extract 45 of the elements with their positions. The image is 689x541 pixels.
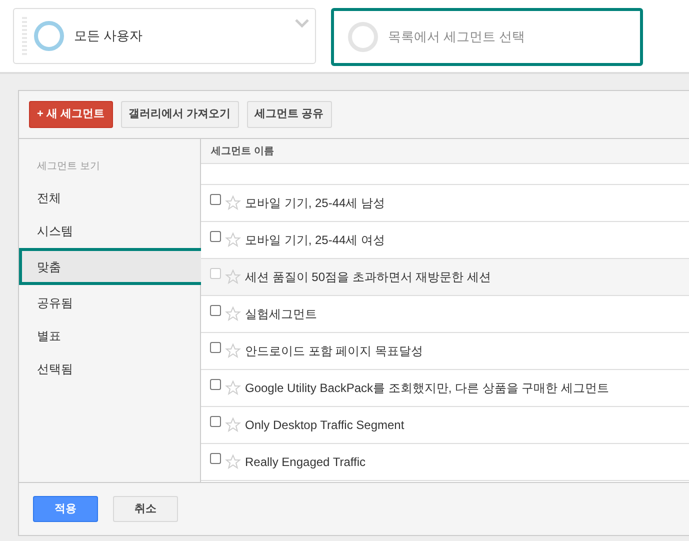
table-row[interactable]: 안드로이드 포함 페이지 목표달성 [201,333,689,370]
segment-name: Really Engaged Traffic [245,454,366,471]
star-icon[interactable] [225,343,241,359]
sidebar-item[interactable]: 별표 [19,320,200,351]
column-header: 세그먼트 이름 [201,139,689,164]
table-row[interactable]: Google Utility BackPack를 조회했지만, 다른 상품을 구매한 세그먼트 [201,370,689,407]
segment-placeholder: 목록에서 세그먼트 선택 [388,28,526,46]
segment-ring-icon [348,22,378,52]
new-segment-button[interactable]: + 새 세그먼트 [29,101,113,128]
checkbox[interactable] [210,342,221,352]
segment-name: 실험세그먼트 [245,306,317,323]
segment-name: 모바일 기기, 25-44세 남성 [245,195,386,212]
segment-ring-icon [34,21,64,51]
segment-name: Google Utility BackPack를 조회했지만, 다른 상품을 구매한 세그먼트 [245,380,610,397]
star-icon[interactable] [225,306,241,322]
star-icon[interactable] [225,417,241,433]
table-row[interactable]: Really Engaged Traffic [201,444,689,481]
checkbox[interactable] [210,452,221,464]
segment-slot[interactable]: 목록에서 세그먼트 선택 [331,8,643,66]
star-icon[interactable] [225,195,241,211]
segment-name: 모바일 기기, 25-44세 여성 [245,232,386,249]
table-row[interactable]: 실험세그먼트 [201,296,689,333]
segment-name: 안드로이드 포함 페이지 목표달성 [245,343,424,360]
toolbar-button[interactable]: 갤러리에서 가져오기 [120,101,239,128]
table-row[interactable]: 모바일 기기, 25-44세 남성 [201,185,689,222]
star-icon[interactable] [225,454,241,470]
toolbar-button[interactable]: 세그먼트 공유 [246,101,332,128]
sidebar-item[interactable]: 전체 [19,182,200,213]
segment-slot[interactable]: 모든 사용자 [13,8,316,64]
sidebar-item[interactable]: 시스템 [19,215,200,246]
star-icon[interactable] [225,232,241,248]
cancel-button[interactable]: 취소 [113,496,178,522]
star-icon[interactable] [225,380,241,396]
sidebar-heading: 세그먼트 보기 [36,160,101,174]
checkbox[interactable] [210,230,221,242]
table-row[interactable]: Only Desktop Traffic Segment [201,407,689,444]
sidebar-item[interactable]: 공유됨 [19,287,200,318]
segment-name: Only Desktop Traffic Segment [245,417,404,434]
checkbox[interactable] [210,304,221,316]
sidebar-item[interactable]: 선택됨 [19,353,200,384]
segment-name: 모든 사용자 [74,27,143,46]
checkbox[interactable] [210,378,221,390]
checkbox[interactable] [210,194,221,204]
checkbox[interactable] [210,416,221,426]
segment-name: 세션 품질이 50점을 초과하면서 재방문한 세션 [245,269,492,286]
